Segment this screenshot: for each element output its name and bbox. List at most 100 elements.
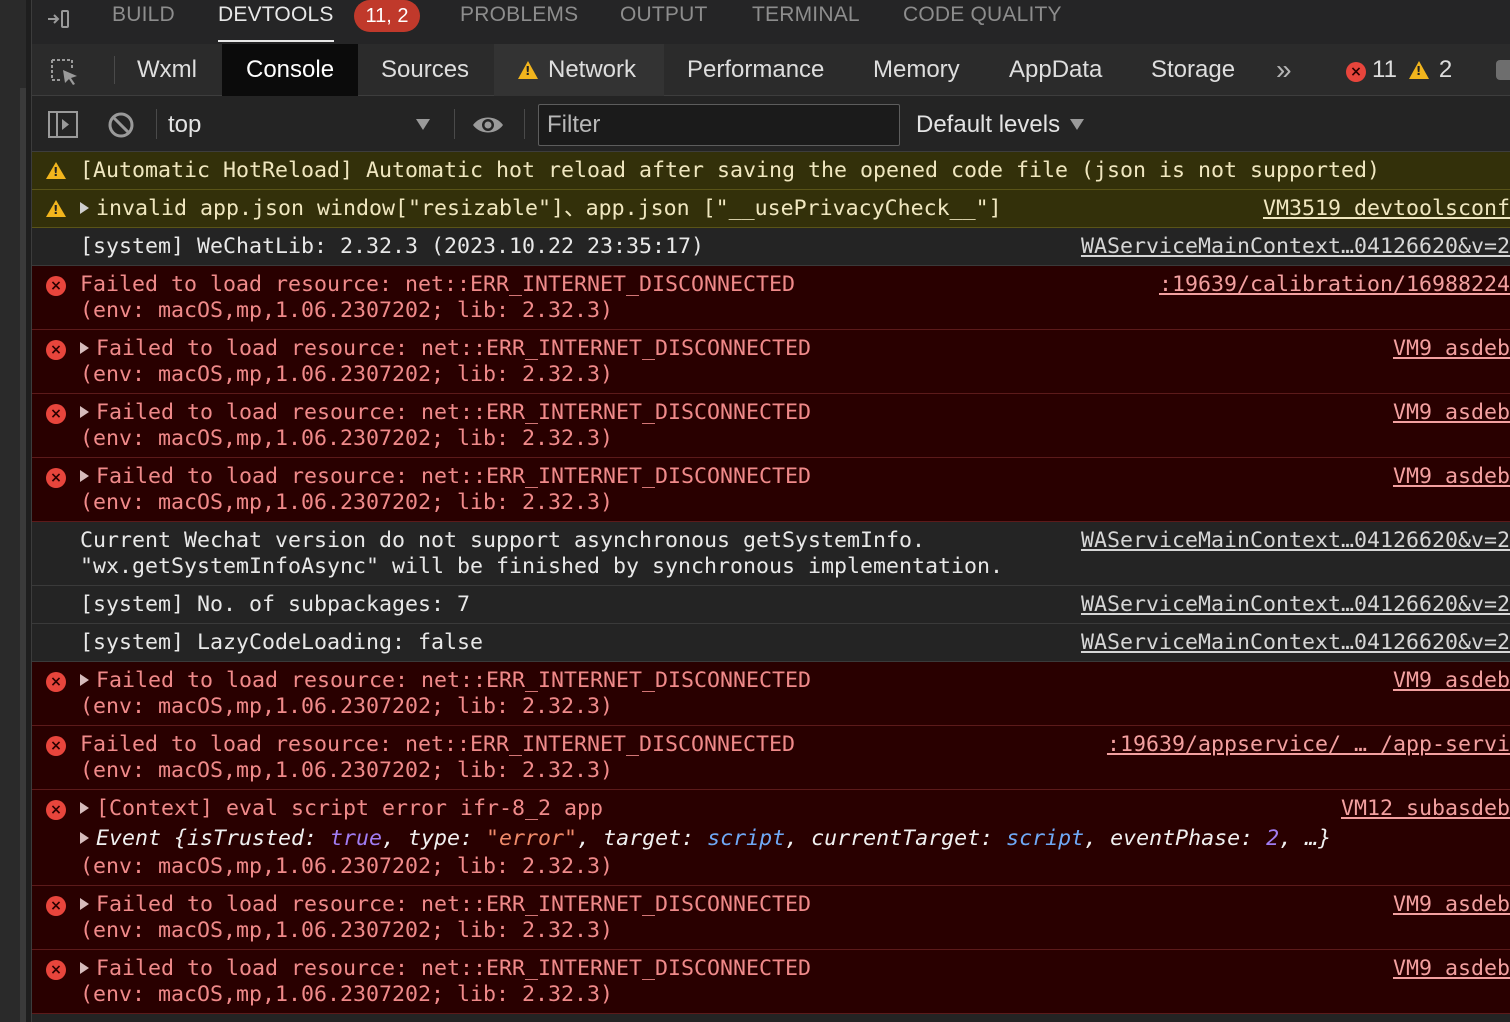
source-link[interactable]: WAServiceMainContext…04126620&v=2 — [1074, 592, 1510, 618]
tab-network[interactable]: Network — [494, 44, 664, 96]
message-text: invalid app.json window["resizable"]、app… — [96, 196, 1002, 221]
message-text: Failed to load resource: net::ERR_INTERN… — [96, 956, 812, 981]
context-selector[interactable]: top — [168, 105, 438, 145]
more-tabs-button[interactable]: » — [1266, 44, 1302, 96]
message-detail: (env: macOS,mp,1.06.2307202; lib: 2.32.3… — [80, 758, 614, 783]
inspect-element-icon[interactable] — [50, 58, 80, 86]
console-message-warning[interactable]: invalid app.json window["resizable"]、app… — [32, 190, 1510, 228]
expand-arrow-icon[interactable] — [80, 406, 89, 418]
console-message-error: × Failed to load resource: net::ERR_INTE… — [32, 266, 1510, 330]
console-message-error[interactable]: × Failed to load resource: net::ERR_INTE… — [32, 662, 1510, 726]
error-icon: × — [46, 896, 66, 916]
event-is-trusted: true — [330, 826, 383, 851]
message-text: Failed to load resource: net::ERR_INTERN… — [96, 668, 812, 693]
message-text: Current Wechat version do not support as… — [80, 528, 926, 553]
live-expression-eye-icon[interactable] — [472, 110, 504, 140]
console-message-error[interactable]: × Failed to load resource: net::ERR_INTE… — [32, 886, 1510, 950]
tab-build[interactable]: BUILD — [112, 0, 175, 42]
filter-input[interactable] — [538, 104, 900, 146]
tab-terminal[interactable]: TERMINAL — [752, 0, 860, 42]
message-text: [system] No. of subpackages: 7 — [80, 592, 471, 617]
gutter-scrollbar[interactable] — [20, 88, 26, 1022]
source-link[interactable]: VM9 asdeb — [1386, 892, 1510, 918]
console-messages: [Automatic HotReload] Automatic hot relo… — [32, 152, 1510, 1022]
chevron-down-icon — [1070, 119, 1084, 130]
source-link[interactable]: WAServiceMainContext…04126620&v=2 — [1074, 234, 1510, 260]
console-message-error[interactable]: × Failed to load resource: net::ERR_INTE… — [32, 458, 1510, 522]
tab-network-label: Network — [548, 56, 637, 83]
event-suffix: , …} — [1279, 826, 1332, 851]
message-detail: (env: macOS,mp,1.06.2307202; lib: 2.32.3… — [80, 982, 614, 1007]
message-text: Failed to load resource: net::ERR_INTERN… — [96, 336, 812, 361]
warning-icon — [46, 200, 66, 217]
expand-arrow-icon[interactable] — [80, 898, 89, 910]
tab-output[interactable]: OUTPUT — [620, 0, 708, 42]
editor-left-gutter — [0, 0, 32, 1022]
source-link[interactable]: WAServiceMainContext…04126620&v=2 — [1074, 528, 1510, 554]
filter-divider — [454, 109, 455, 139]
console-filter-bar: top Default levels — [32, 97, 1510, 152]
console-message-error: × Failed to load resource: net::ERR_INTE… — [32, 726, 1510, 790]
panel-toggle-icon[interactable] — [46, 6, 72, 32]
event-phase-label: , eventPhase: — [1084, 826, 1267, 851]
tab-storage[interactable]: Storage — [1136, 44, 1250, 96]
expand-arrow-icon[interactable] — [80, 202, 89, 214]
tab-problems[interactable]: PROBLEMS — [460, 0, 578, 42]
event-object-preview[interactable]: Event {isTrusted: true, type: "error", t… — [80, 826, 1331, 852]
error-count: 11 — [1372, 56, 1397, 83]
issue-counter[interactable]: × 11 2 — [1346, 44, 1464, 96]
message-text: Failed to load resource: net::ERR_INTERN… — [80, 732, 796, 757]
source-link[interactable]: VM9 asdeb — [1386, 336, 1510, 362]
expand-arrow-icon[interactable] — [80, 342, 89, 354]
source-link[interactable]: VM3519 devtoolsconf — [1256, 196, 1510, 222]
warning-icon — [518, 61, 538, 79]
console-message-info: [system] No. of subpackages: 7 WAService… — [32, 586, 1510, 624]
tab-performance[interactable]: Performance — [672, 44, 839, 96]
settings-gear-icon[interactable] — [1496, 60, 1510, 80]
expand-arrow-icon[interactable] — [80, 832, 89, 844]
expand-arrow-icon[interactable] — [80, 470, 89, 482]
console-message-error[interactable]: × [Context] eval script error ifr-8_2 ap… — [32, 790, 1510, 886]
error-icon: × — [46, 736, 66, 756]
source-link[interactable]: VM9 asdeb — [1386, 400, 1510, 426]
error-icon: × — [46, 276, 66, 296]
filter-divider — [156, 109, 157, 139]
console-message-error[interactable]: × Failed to load resource: net::ERR_INTE… — [32, 330, 1510, 394]
log-levels-label: Default levels — [916, 111, 1061, 138]
source-link[interactable]: VM9 asdeb — [1386, 956, 1510, 982]
expand-arrow-icon[interactable] — [80, 674, 89, 686]
source-link[interactable]: VM12 subasdeb — [1334, 796, 1510, 822]
source-link[interactable]: VM9 asdeb — [1386, 668, 1510, 694]
tab-sources[interactable]: Sources — [366, 44, 484, 96]
source-link[interactable]: WAServiceMainContext…04126620&v=2 — [1074, 630, 1510, 656]
toolbar-divider — [114, 56, 115, 84]
message-detail: (env: macOS,mp,1.06.2307202; lib: 2.32.3… — [80, 490, 614, 515]
log-levels-dropdown[interactable]: Default levels — [916, 105, 1060, 145]
message-detail: (env: macOS,mp,1.06.2307202; lib: 2.32.3… — [80, 918, 614, 943]
event-target-label: , target: — [577, 826, 708, 851]
show-sidebar-icon[interactable] — [48, 110, 78, 140]
expand-arrow-icon[interactable] — [80, 802, 89, 814]
tab-wxml[interactable]: Wxml — [122, 44, 212, 96]
source-link[interactable]: VM9 asdeb — [1386, 464, 1510, 490]
event-phase: 2 — [1266, 826, 1280, 851]
source-link[interactable]: :19639/appservice/ … /app-servi — [1100, 732, 1510, 758]
source-link[interactable]: :19639/calibration/16988224 — [1152, 272, 1510, 298]
console-message-info: [system] WeChatLib: 2.32.3 (2023.10.22 2… — [32, 228, 1510, 266]
clear-console-icon[interactable] — [106, 110, 136, 140]
panel-tab-bar: BUILD DEVTOOLS 11, 2 PROBLEMS OUTPUT TER… — [32, 0, 1510, 44]
console-message-error[interactable]: × Failed to load resource: net::ERR_INTE… — [32, 950, 1510, 1014]
warning-icon — [1408, 61, 1429, 79]
context-selector-value: top — [168, 111, 202, 138]
tab-console[interactable]: Console — [222, 44, 359, 96]
tab-code-quality[interactable]: CODE QUALITY — [903, 0, 1062, 42]
tab-appdata[interactable]: AppData — [994, 44, 1117, 96]
devtools-issue-badge: 11, 2 — [354, 0, 420, 32]
message-text: Failed to load resource: net::ERR_INTERN… — [80, 272, 796, 297]
message-detail: (env: macOS,mp,1.06.2307202; lib: 2.32.3… — [80, 362, 614, 387]
tab-memory[interactable]: Memory — [858, 44, 975, 96]
expand-arrow-icon[interactable] — [80, 962, 89, 974]
console-message-error[interactable]: × Failed to load resource: net::ERR_INTE… — [32, 394, 1510, 458]
tab-devtools[interactable]: DEVTOOLS — [218, 0, 334, 42]
message-text: Failed to load resource: net::ERR_INTERN… — [96, 464, 812, 489]
